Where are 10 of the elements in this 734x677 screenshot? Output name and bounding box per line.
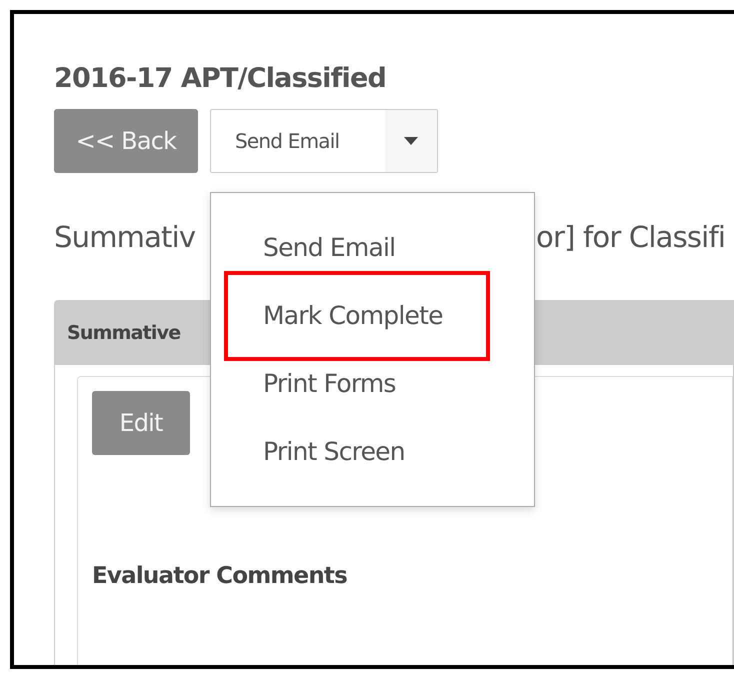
section-title: Evaluator Comments <box>92 563 348 589</box>
menu-item[interactable]: Mark Complete <box>263 300 443 330</box>
menu-item[interactable]: Send Email <box>263 232 396 262</box>
page-title: 2016-17 APT/Classified <box>54 62 388 96</box>
menu-item[interactable]: Print Screen <box>263 436 405 466</box>
caret-icon[interactable] <box>385 110 437 172</box>
subtitle-text: or] for Classifi <box>536 219 726 256</box>
menu-item[interactable]: Print Forms <box>263 368 396 398</box>
send-email-split-button[interactable]: Send Email <box>210 109 438 173</box>
subtitle-text: Summativ <box>54 219 196 256</box>
